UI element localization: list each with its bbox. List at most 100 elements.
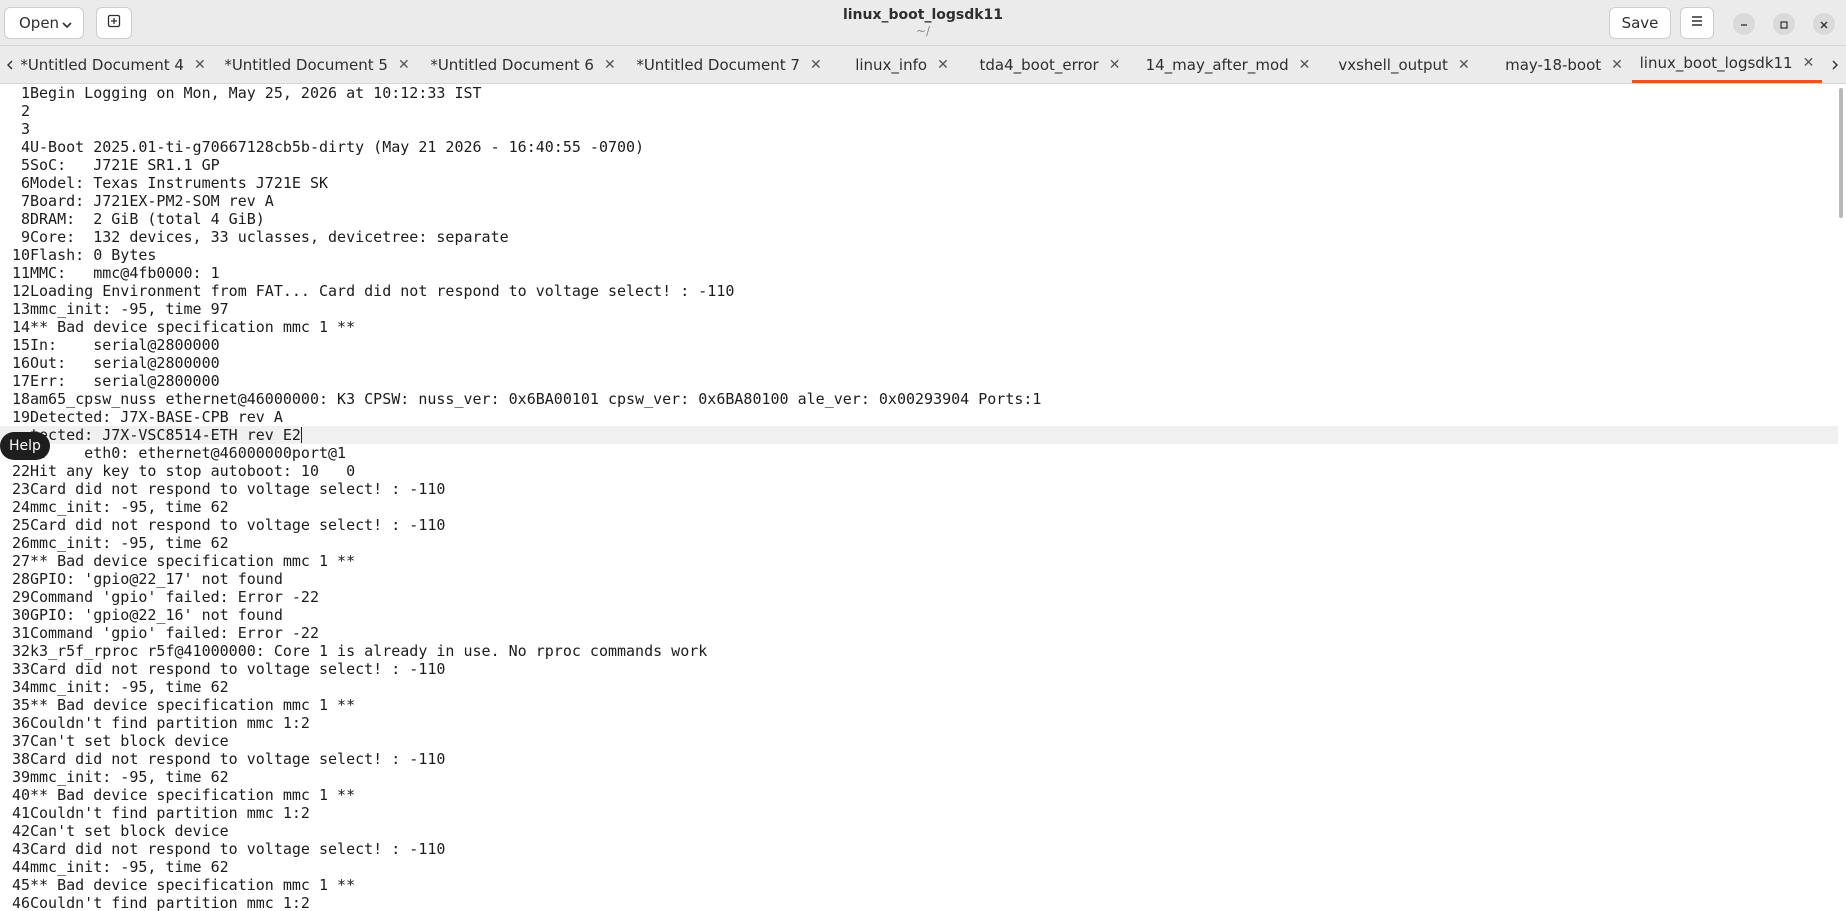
line-text[interactable]: k3_r5f_rproc r5f@41000000: Core 1 is alr… [30,642,707,660]
line-text[interactable]: mmc_init: -95, time 62 [30,678,229,696]
close-icon[interactable]: ✕ [1458,57,1470,73]
line-text[interactable]: DRAM: 2 GiB (total 4 GiB) [30,210,265,228]
editor-line[interactable]: 7Board: J721EX-PM2-SOM rev A [0,192,1838,210]
editor-line[interactable]: 3 [0,120,1838,138]
line-text[interactable]: Board: J721EX-PM2-SOM rev A [30,192,274,210]
close-icon[interactable]: ✕ [194,57,206,73]
line-text[interactable]: Can't set block device [30,822,229,840]
tab-linux-info[interactable]: linux_info ✕ [842,46,962,83]
line-text[interactable]: mmc_init: -95, time 97 [30,300,229,318]
editor-line[interactable]: 10Flash: 0 Bytes [0,246,1838,264]
editor-line[interactable]: 1Begin Logging on Mon, May 25, 2026 at 1… [0,84,1838,102]
vertical-scrollbar[interactable] [1839,88,1843,218]
close-icon[interactable]: ✕ [1109,57,1121,73]
editor-line[interactable]: 29Command 'gpio' failed: Error -22 [0,588,1838,606]
editor-line[interactable]: 15In: serial@2800000 [0,336,1838,354]
editor-line[interactable]: 24mmc_init: -95, time 62 [0,498,1838,516]
line-text[interactable]: ** Bad device specification mmc 1 ** [30,318,355,336]
editor-line[interactable]: 22Hit any key to stop autoboot: 10 0 [0,462,1838,480]
editor-line[interactable]: 38Card did not respond to voltage select… [0,750,1838,768]
save-button[interactable]: Save [1609,7,1671,39]
line-text[interactable]: SoC: J721E SR1.1 GP [30,156,220,174]
editor-line[interactable]: 28GPIO: 'gpio@22_17' not found [0,570,1838,588]
line-text[interactable]: Begin Logging on Mon, May 25, 2026 at 10… [30,84,482,102]
minimize-button[interactable] [1733,13,1755,35]
close-icon[interactable]: ✕ [810,57,822,73]
line-text[interactable]: GPIO: 'gpio@22_16' not found [30,606,283,624]
editor-line[interactable]: 27** Bad device specification mmc 1 ** [0,552,1838,570]
line-text[interactable]: Couldn't find partition mmc 1:2 [30,894,310,911]
line-text[interactable]: mmc_init: -95, time 62 [30,768,229,786]
tab-untitled-document-5[interactable]: *Untitled Document 5 ✕ [224,46,410,83]
close-icon[interactable]: ✕ [937,57,949,73]
tab-tda4-boot-error[interactable]: tda4_boot_error ✕ [970,46,1130,83]
maximize-button[interactable] [1773,13,1795,35]
open-button[interactable]: Open [4,7,84,39]
line-text[interactable]: Card did not respond to voltage select! … [30,750,445,768]
line-text[interactable]: Couldn't find partition mmc 1:2 [30,804,310,822]
close-icon[interactable]: ✕ [1611,57,1623,73]
close-window-button[interactable] [1813,13,1835,35]
line-text[interactable]: ** Bad device specification mmc 1 ** [30,696,355,714]
line-text[interactable]: Card did not respond to voltage select! … [30,660,445,678]
editor-line[interactable]: 37Can't set block device [0,732,1838,750]
editor-line[interactable]: tected: J7X-VSC8514-ETH rev E2 [0,426,1838,444]
line-text[interactable]: Card did not respond to voltage select! … [30,480,445,498]
line-text[interactable]: Core: 132 devices, 33 uclasses, devicetr… [30,228,509,246]
line-text[interactable]: Command 'gpio' failed: Error -22 [30,588,319,606]
editor-line[interactable]: 42Can't set block device [0,822,1838,840]
close-icon[interactable]: ✕ [1803,55,1815,71]
line-text[interactable]: Model: Texas Instruments J721E SK [30,174,328,192]
editor-line[interactable]: 19Detected: J7X-BASE-CPB rev A [0,408,1838,426]
line-text[interactable]: Hit any key to stop autoboot: 10 0 [30,462,355,480]
editor-line[interactable]: 36Couldn't find partition mmc 1:2 [0,714,1838,732]
editor-line[interactable]: 6Model: Texas Instruments J721E SK [0,174,1838,192]
tab-untitled-document-4[interactable]: *Untitled Document 4 ✕ [20,46,206,83]
line-text[interactable]: Card did not respond to voltage select! … [30,840,445,858]
editor-line[interactable]: 43Card did not respond to voltage select… [0,840,1838,858]
editor-line[interactable]: 5SoC: J721E SR1.1 GP [0,156,1838,174]
editor-line[interactable]: 23Card did not respond to voltage select… [0,480,1838,498]
line-text[interactable]: Card did not respond to voltage select! … [30,516,445,534]
tab-14-may-after-mod[interactable]: 14_may_after_mod ✕ [1140,46,1316,83]
tab-linux-boot-logsdk11[interactable]: linux_boot_logsdk11 ✕ [1632,46,1822,83]
line-text[interactable]: am65_cpsw_nuss ethernet@46000000: K3 CPS… [30,390,1041,408]
editor-line[interactable]: 17Err: serial@2800000 [0,372,1838,390]
line-text[interactable]: ** Bad device specification mmc 1 ** [30,786,355,804]
line-text[interactable]: Can't set block device [30,732,229,750]
main-menu-button[interactable] [1680,7,1714,39]
line-text[interactable]: Err: serial@2800000 [30,372,220,390]
line-text[interactable]: U-Boot 2025.01-ti-g70667128cb5b-dirty (M… [30,138,644,156]
line-text[interactable]: Out: serial@2800000 [30,354,220,372]
editor-line[interactable]: 12Loading Environment from FAT... Card d… [0,282,1838,300]
scroll-tabs-right-button[interactable] [1827,57,1843,73]
line-text[interactable]: Loading Environment from FAT... Card did… [30,282,734,300]
editor-line[interactable]: t: eth0: ethernet@46000000port@1 [0,444,1838,462]
tab-may-18-boot[interactable]: may-18-boot ✕ [1494,46,1634,83]
line-text[interactable]: GPIO: 'gpio@22_17' not found [30,570,283,588]
editor-line[interactable]: 34mmc_init: -95, time 62 [0,678,1838,696]
close-icon[interactable]: ✕ [398,57,410,73]
close-icon[interactable]: ✕ [604,57,616,73]
editor-line[interactable]: 39mmc_init: -95, time 62 [0,768,1838,786]
new-tab-button[interactable] [96,7,132,39]
editor-line[interactable]: 41Couldn't find partition mmc 1:2 [0,804,1838,822]
tab-vxshell-output[interactable]: vxshell_output ✕ [1326,46,1482,83]
line-text[interactable]: ** Bad device specification mmc 1 ** [30,552,355,570]
editor-line[interactable]: 2 [0,102,1838,120]
close-icon[interactable]: ✕ [1299,57,1311,73]
editor-line[interactable]: 46Couldn't find partition mmc 1:2 [0,894,1838,911]
editor-line[interactable]: 14** Bad device specification mmc 1 ** [0,318,1838,336]
line-text[interactable]: Command 'gpio' failed: Error -22 [30,624,319,642]
editor-line[interactable]: 9Core: 132 devices, 33 uclasses, devicet… [0,228,1838,246]
editor-line[interactable]: 30GPIO: 'gpio@22_16' not found [0,606,1838,624]
editor-line[interactable]: 18am65_cpsw_nuss ethernet@46000000: K3 C… [0,390,1838,408]
editor-line[interactable]: 8DRAM: 2 GiB (total 4 GiB) [0,210,1838,228]
line-text[interactable]: Couldn't find partition mmc 1:2 [30,714,310,732]
line-text[interactable]: tected: J7X-VSC8514-ETH rev E2 [30,426,301,444]
editor-line[interactable]: 26mmc_init: -95, time 62 [0,534,1838,552]
line-text[interactable]: mmc_init: -95, time 62 [30,534,229,552]
line-text[interactable]: t: eth0: ethernet@46000000port@1 [30,444,346,462]
tab-untitled-document-6[interactable]: *Untitled Document 6 ✕ [430,46,616,83]
line-text[interactable]: Flash: 0 Bytes [30,246,156,264]
